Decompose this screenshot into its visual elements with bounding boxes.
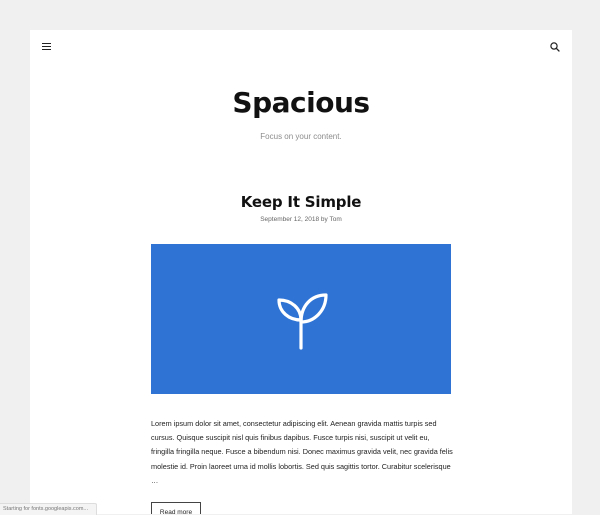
post-title[interactable]: Keep It Simple [30,192,572,212]
page: Spacious Focus on your content. Keep It … [30,30,572,514]
site-tagline: Focus on your content. [260,132,342,141]
read-more-button[interactable]: Read more [151,502,201,514]
menu-button[interactable] [41,41,53,51]
search-icon [550,42,560,52]
site-title[interactable]: Spacious [30,86,572,120]
post-date[interactable]: September 12, 2018 [260,216,319,223]
sprout-icon [277,293,328,350]
search-button[interactable] [549,40,561,52]
featured-image[interactable] [151,244,451,394]
post-meta: September 12, 2018 by Tom [30,215,572,225]
hamburger-icon-line [42,45,51,47]
browser-status-bar: Starting for fonts.googleapis.com... [0,503,97,515]
hamburger-icon-line [42,48,51,50]
hamburger-icon [42,42,51,44]
post-author[interactable]: Tom [330,216,342,223]
post-excerpt: Lorem ipsum dolor sit amet, consectetur … [151,419,453,485]
post-by-label: by [320,216,328,223]
